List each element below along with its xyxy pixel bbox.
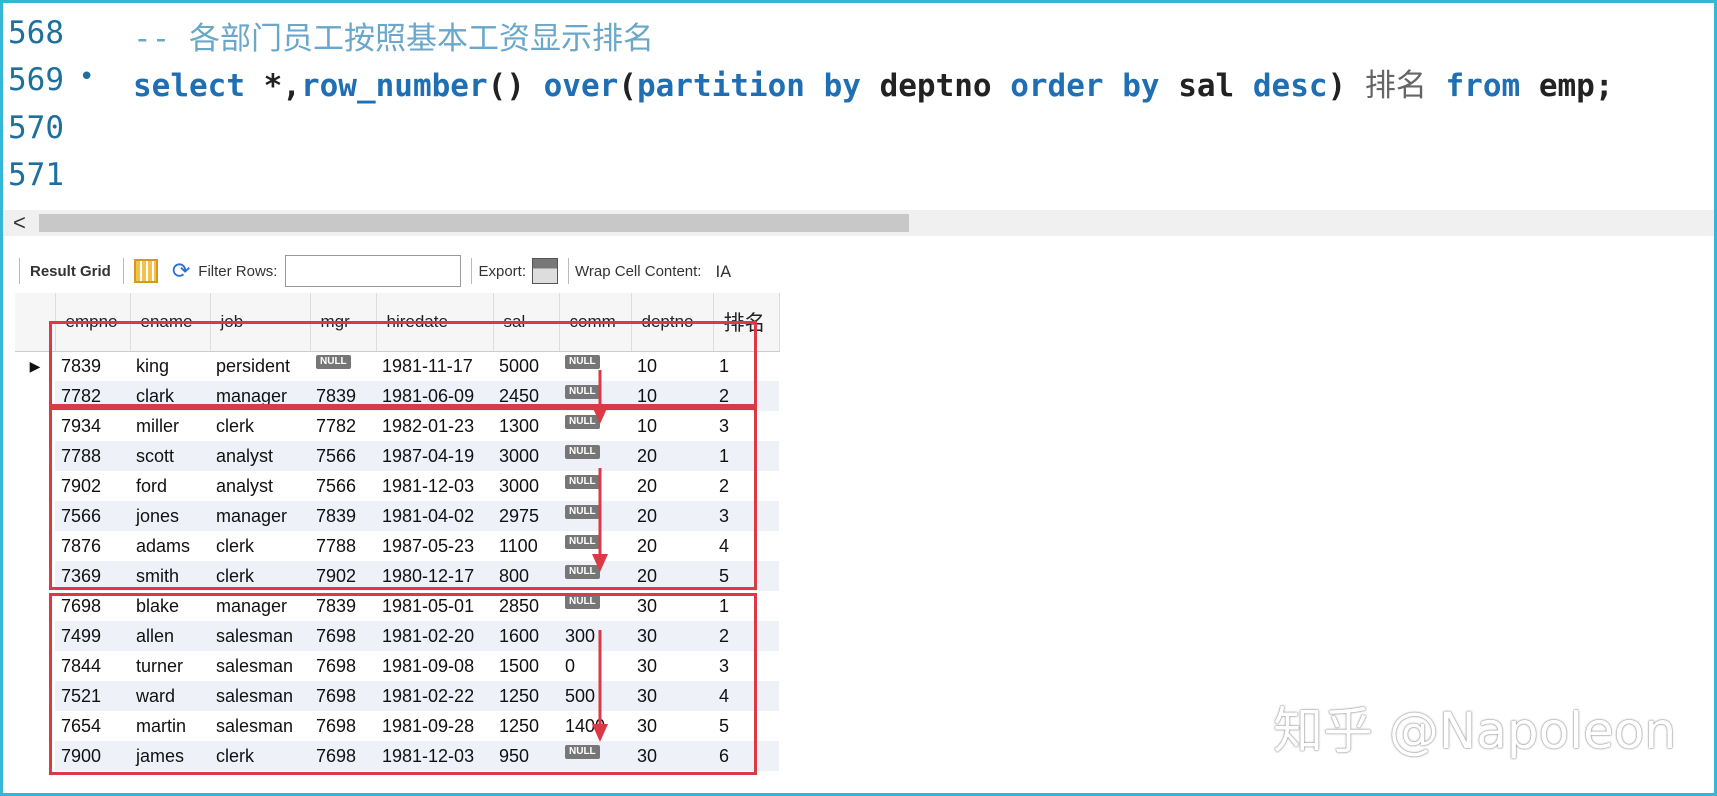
code-token: sal (1159, 68, 1253, 104)
line-number: 571 (8, 157, 64, 193)
code-token: () (487, 68, 544, 104)
kw-row-number: row_number (300, 68, 488, 104)
code-line-571: 571 (3, 153, 1714, 203)
code-text: -- 各部门员工按照基本工资显示排名 (133, 13, 654, 58)
code-token: *, (244, 68, 301, 104)
kw-partition-by: partition by (636, 68, 861, 104)
dept-30-highlight-box (49, 593, 757, 775)
kw-order-by: order by (1010, 68, 1160, 104)
app-frame: 568 -- 各部门员工按照基本工资显示排名 569 • select *,ro… (0, 0, 1717, 796)
sql-editor[interactable]: 568 -- 各部门员工按照基本工资显示排名 569 • select *,ro… (3, 3, 1714, 208)
refresh-icon[interactable]: ⟳ (172, 258, 190, 284)
sort-desc-arrow-icon (592, 630, 608, 742)
grid-view-icon[interactable] (133, 259, 158, 283)
code-line-568: 568 -- 各部门员工按照基本工资显示排名 (3, 11, 1714, 61)
line-number: 570 (8, 110, 64, 146)
wrap-text-icon[interactable]: IA (715, 262, 731, 281)
dept-20-highlight-box (49, 407, 757, 590)
scrollbar-thumb[interactable] (39, 214, 909, 232)
scroll-left-icon[interactable]: < (13, 210, 26, 236)
watermark: 知乎 @Napoleon (1273, 702, 1677, 760)
alias-token: 排名 (1364, 68, 1427, 104)
code-token: ) (1327, 68, 1365, 104)
code-token: deptno (860, 68, 1011, 104)
code-token: emp; (1520, 68, 1614, 104)
toolbar-divider (471, 258, 473, 284)
statement-marker-icon: • (79, 62, 95, 92)
line-number: 569 (8, 62, 64, 98)
editor-horizontal-scrollbar[interactable]: < (3, 210, 1714, 236)
code-line-569: 569 • select *,row_number() over(partiti… (3, 58, 1714, 108)
code-line-570: 570 (3, 106, 1714, 156)
export-label: Export: (478, 262, 527, 280)
filter-rows-label: Filter Rows: (198, 262, 278, 280)
sort-desc-arrow-icon (592, 370, 608, 424)
kw-desc: desc (1252, 68, 1328, 104)
kw-select: select (133, 68, 245, 104)
wrap-cell-content-label: Wrap Cell Content: (575, 262, 702, 280)
kw-over: over (543, 68, 619, 104)
sort-desc-arrow-icon (592, 468, 608, 572)
toolbar-divider (122, 258, 124, 284)
result-grid-tab[interactable]: Result Grid (30, 263, 111, 280)
filter-rows-input[interactable] (285, 255, 462, 287)
toolbar-divider (19, 258, 20, 284)
kw-from: from (1426, 68, 1521, 104)
code-text: select *,row_number() over(partition by … (133, 60, 1614, 105)
sql-comment: -- 各部门员工按照基本工资显示排名 (133, 21, 654, 57)
code-token: ( (618, 68, 637, 104)
dept-10-highlight-box (49, 321, 757, 407)
line-number: 568 (8, 15, 64, 51)
result-toolbar: Result Grid ⟳ Filter Rows: Export: Wrap … (13, 253, 853, 289)
toolbar-divider (568, 258, 570, 284)
export-icon[interactable] (532, 258, 559, 284)
